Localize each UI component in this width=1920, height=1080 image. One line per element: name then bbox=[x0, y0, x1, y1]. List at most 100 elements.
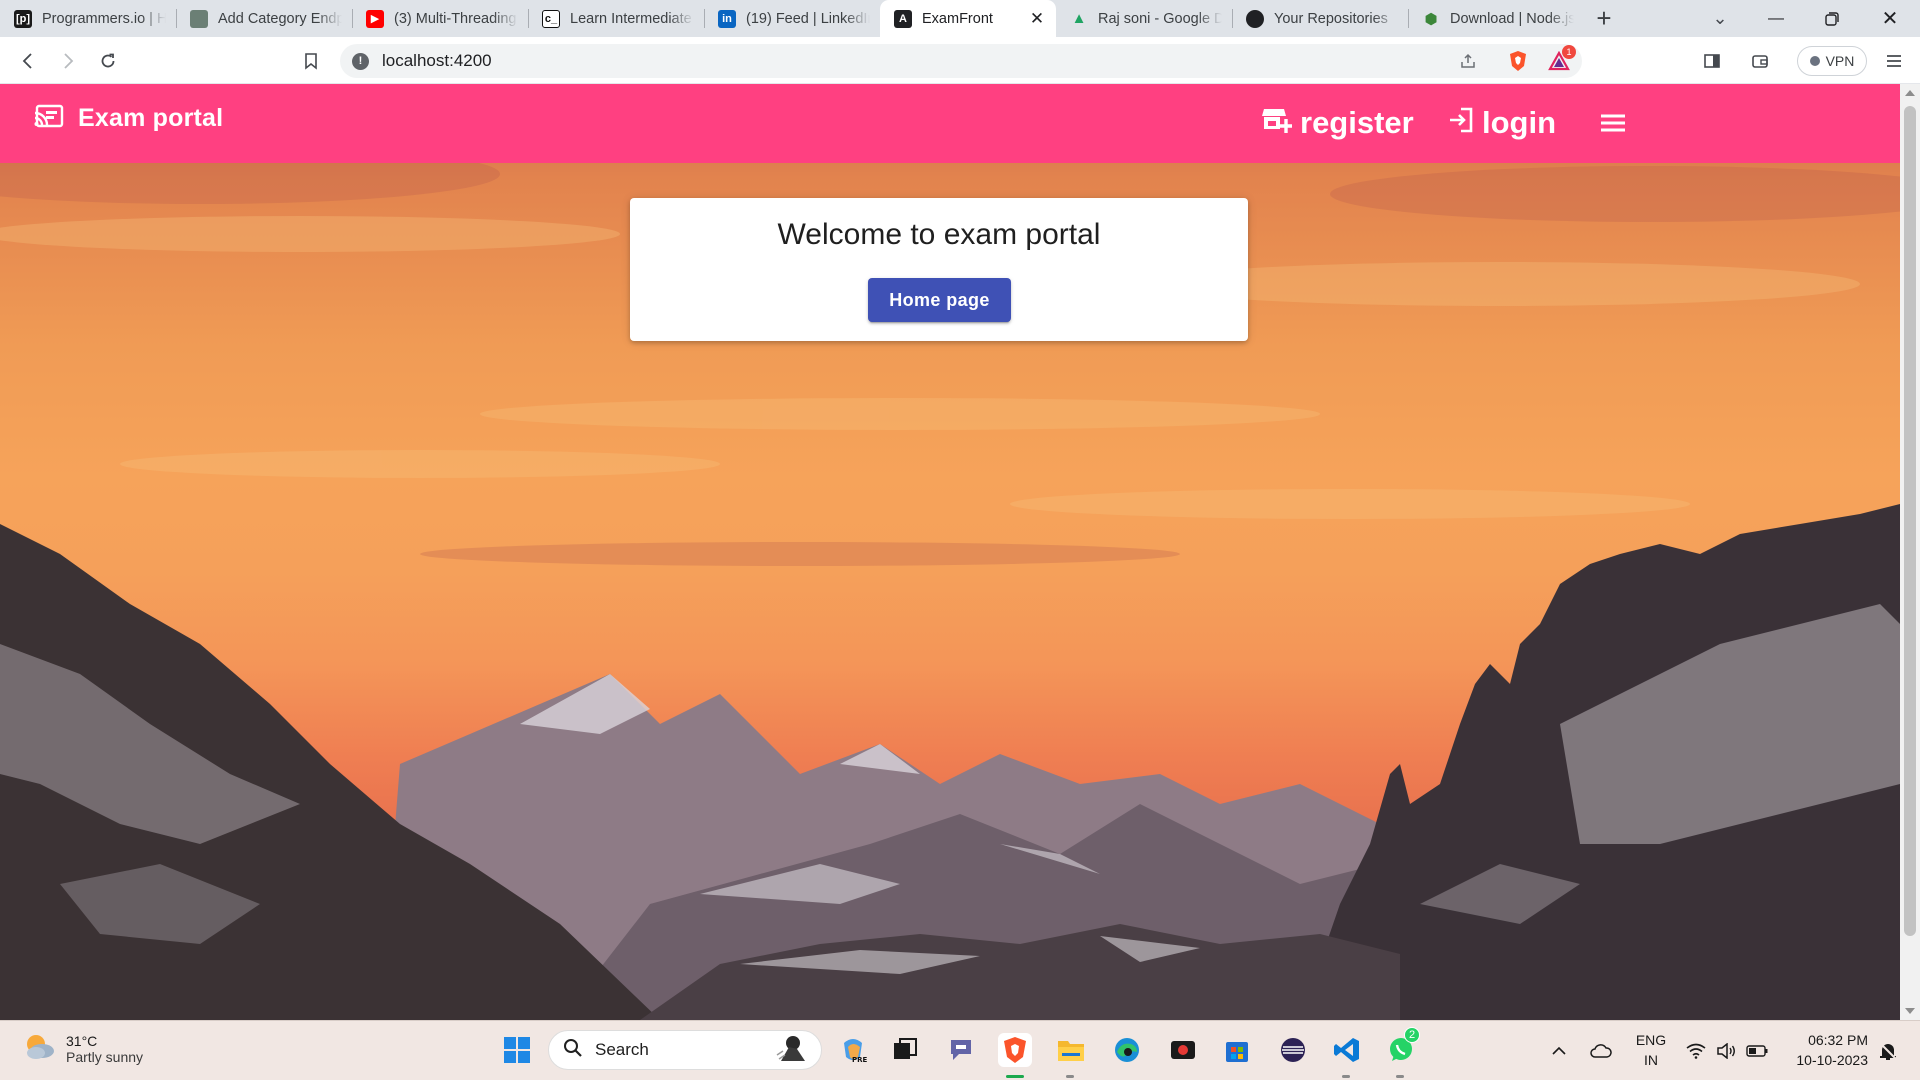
browser-tab[interactable]: [p] Programmers.io | H bbox=[0, 0, 176, 37]
forward-arrow-icon[interactable] bbox=[54, 47, 82, 75]
teams-chat-icon[interactable] bbox=[944, 1033, 978, 1067]
system-clock[interactable]: 06:32 PM 10-10-2023 bbox=[1780, 1030, 1868, 1070]
search-icon bbox=[563, 1038, 583, 1063]
home-page-button[interactable]: Home page bbox=[868, 278, 1011, 322]
programmers-io-icon: [p] bbox=[14, 9, 32, 28]
new-tab-button[interactable]: + bbox=[1584, 0, 1624, 37]
weather-widget[interactable]: 31°C Partly sunny bbox=[22, 1031, 143, 1066]
page-viewport: Exam portal register login Welcome to ex… bbox=[0, 84, 1900, 1020]
browser-tab[interactable]: in (19) Feed | LinkedIn bbox=[704, 0, 880, 37]
browser-tab[interactable]: c_ Learn Intermediate bbox=[528, 0, 704, 37]
wallet-icon[interactable] bbox=[1746, 47, 1774, 75]
minimize-button[interactable]: — bbox=[1748, 0, 1804, 37]
browser-tab[interactable]: ▲ Raj soni - Google D bbox=[1056, 0, 1232, 37]
copilot-icon[interactable]: PRE bbox=[836, 1033, 870, 1067]
app-navbar: Exam portal register login bbox=[0, 84, 1900, 163]
vscode-open-indicator bbox=[1342, 1075, 1350, 1078]
cast-icon bbox=[34, 103, 64, 134]
whatsapp-icon[interactable]: 2 bbox=[1384, 1027, 1420, 1067]
browser-tab[interactable]: ▶ (3) Multi-Threading bbox=[352, 0, 528, 37]
tab-title: ExamFront bbox=[922, 10, 993, 27]
register-link[interactable]: register bbox=[1262, 105, 1414, 141]
wifi-icon[interactable] bbox=[1686, 1021, 1706, 1080]
browser-tab[interactable]: ● Your Repositories bbox=[1232, 0, 1408, 37]
login-label: login bbox=[1482, 105, 1557, 140]
google-drive-icon: ▲ bbox=[1071, 10, 1087, 27]
brave-shields-icon[interactable] bbox=[1504, 47, 1532, 75]
search-label: Search bbox=[595, 1040, 649, 1059]
scroll-up-arrow-icon[interactable] bbox=[1905, 90, 1915, 96]
browser-tab-strip: [p] Programmers.io | H Add Category Endp ▶ (… bbox=[0, 0, 1920, 37]
language-indicator[interactable]: ENG IN bbox=[1634, 1030, 1668, 1070]
chatgpt-icon bbox=[190, 9, 208, 28]
edge-browser-icon[interactable] bbox=[1110, 1033, 1144, 1067]
language-code: ENG bbox=[1635, 1032, 1667, 1048]
browser-menu-icon[interactable] bbox=[1880, 47, 1908, 75]
linkedin-icon: in bbox=[718, 9, 736, 28]
clock-time: 06:32 PM bbox=[1808, 1032, 1868, 1048]
brave-browser-icon[interactable] bbox=[998, 1033, 1032, 1067]
file-explorer-icon[interactable] bbox=[1054, 1033, 1088, 1067]
tab-title: Learn Intermediate bbox=[570, 10, 692, 27]
close-tab-icon[interactable]: ✕ bbox=[1028, 9, 1046, 29]
login-link[interactable]: login bbox=[1448, 105, 1556, 141]
tab-title: (3) Multi-Threading bbox=[394, 10, 517, 27]
hamburger-menu-icon[interactable] bbox=[1601, 114, 1625, 137]
storefront-add-icon bbox=[1262, 105, 1293, 141]
notification-bell-icon[interactable] bbox=[1878, 1021, 1898, 1080]
bookmark-icon[interactable] bbox=[297, 47, 325, 75]
browser-tab[interactable]: A ExamFront ✕ bbox=[880, 0, 1056, 37]
windows-taskbar: 31°C Partly sunny Search PRE 2 ENG IN 06… bbox=[0, 1020, 1920, 1080]
microsoft-store-icon[interactable] bbox=[1220, 1033, 1254, 1067]
explorer-open-indicator bbox=[1066, 1075, 1074, 1078]
windows-start-icon[interactable] bbox=[500, 1033, 534, 1067]
site-info-icon[interactable]: ! bbox=[352, 52, 369, 70]
sidebar-toggle-icon[interactable] bbox=[1698, 47, 1726, 75]
task-view-icon[interactable] bbox=[888, 1033, 922, 1067]
brave-rewards-icon[interactable]: 1 bbox=[1545, 45, 1576, 75]
codecademy-icon: c_ bbox=[542, 9, 560, 28]
browser-toolbar: ! localhost:4200 1 VPN bbox=[0, 37, 1920, 84]
vpn-button[interactable]: VPN bbox=[1797, 46, 1867, 76]
browser-tab[interactable]: ⬢ Download | Node.js bbox=[1408, 0, 1584, 37]
brand[interactable]: Exam portal bbox=[34, 103, 223, 134]
page-scrollbar[interactable] bbox=[1900, 84, 1920, 1020]
scrollbar-thumb[interactable] bbox=[1904, 106, 1916, 936]
welcome-card: Welcome to exam portal Home page bbox=[630, 198, 1248, 341]
onedrive-cloud-icon[interactable] bbox=[1590, 1021, 1612, 1080]
whatsapp-open-indicator bbox=[1396, 1075, 1404, 1078]
tab-title: Raj soni - Google D bbox=[1098, 10, 1222, 27]
address-url: localhost:4200 bbox=[382, 51, 492, 70]
tab-title: Download | Node.js bbox=[1450, 10, 1574, 27]
taskbar-search-box[interactable]: Search bbox=[548, 1030, 822, 1070]
vpn-status-dot bbox=[1809, 56, 1820, 66]
region-code: IN bbox=[1644, 1052, 1658, 1068]
register-label: register bbox=[1300, 105, 1414, 140]
scroll-down-arrow-icon[interactable] bbox=[1905, 1008, 1915, 1014]
tab-title: Programmers.io | H bbox=[42, 10, 166, 27]
share-icon[interactable] bbox=[1454, 47, 1482, 75]
rewards-badge: 1 bbox=[1562, 45, 1576, 59]
battery-icon[interactable] bbox=[1746, 1021, 1768, 1080]
tab-title: Your Repositories bbox=[1274, 10, 1388, 27]
weather-condition: Partly sunny bbox=[66, 1048, 144, 1065]
screen-recorder-icon[interactable] bbox=[1166, 1033, 1200, 1067]
vscode-icon[interactable] bbox=[1330, 1033, 1364, 1067]
back-arrow-icon[interactable] bbox=[14, 47, 42, 75]
eclipse-icon[interactable] bbox=[1276, 1033, 1310, 1067]
partly-sunny-icon bbox=[22, 1031, 56, 1066]
reload-icon[interactable] bbox=[94, 47, 122, 75]
angular-icon: A bbox=[894, 9, 912, 28]
tab-search-icon[interactable]: ⌄ bbox=[1692, 0, 1748, 37]
volume-icon[interactable] bbox=[1716, 1021, 1736, 1080]
close-window-button[interactable]: ✕ bbox=[1862, 0, 1918, 37]
clock-date: 10-10-2023 bbox=[1796, 1052, 1868, 1068]
brand-title: Exam portal bbox=[78, 104, 224, 132]
search-highlight-icon bbox=[775, 1033, 807, 1068]
restore-button[interactable] bbox=[1804, 0, 1860, 37]
svg-text:PRE: PRE bbox=[852, 1056, 868, 1064]
address-bar[interactable]: ! localhost:4200 bbox=[340, 44, 1582, 78]
show-hidden-icons-chevron-icon[interactable] bbox=[1552, 1021, 1566, 1080]
tab-title: (19) Feed | LinkedIn bbox=[746, 10, 870, 27]
browser-tab[interactable]: Add Category Endp bbox=[176, 0, 352, 37]
